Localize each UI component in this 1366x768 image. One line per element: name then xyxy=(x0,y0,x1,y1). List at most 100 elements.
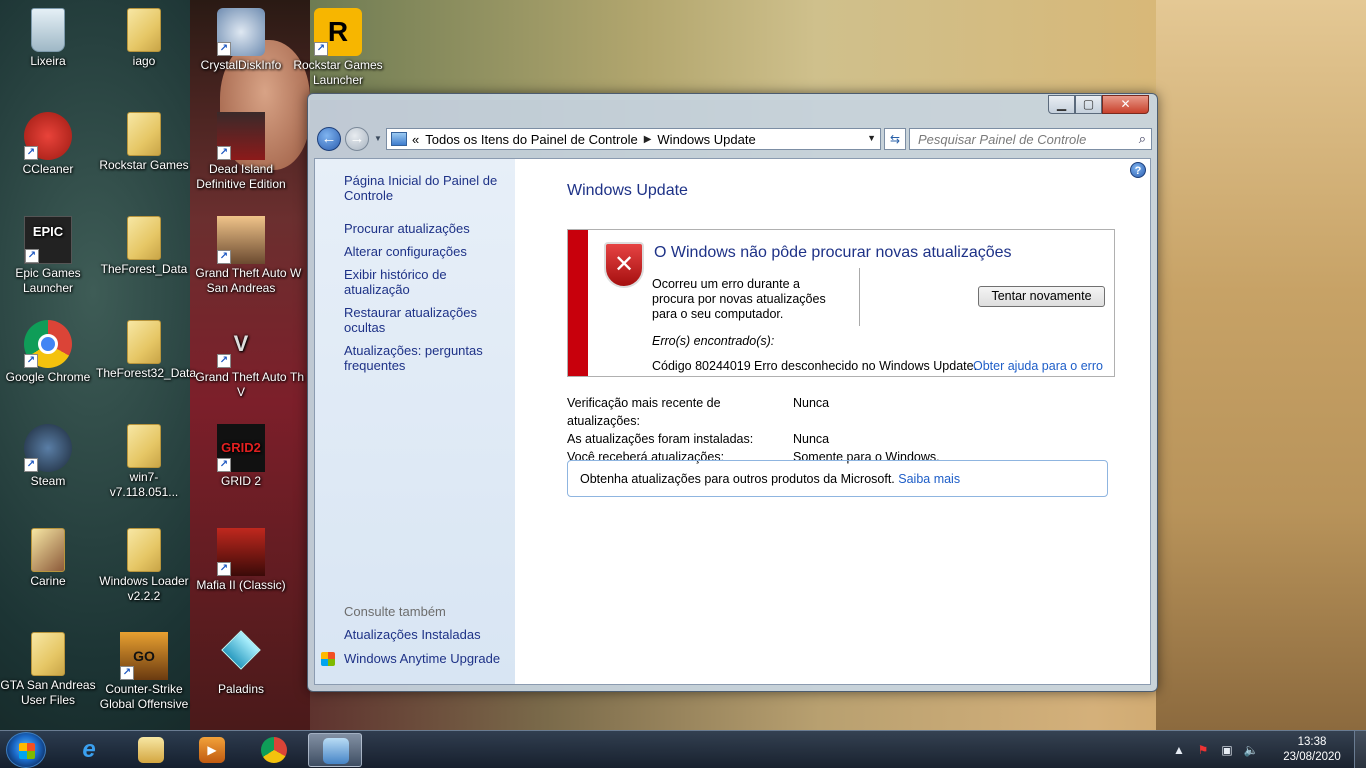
media-player-icon: ▶ xyxy=(199,737,225,763)
error-message: Erro desconhecido no Windows Update. xyxy=(754,359,978,373)
grid2-icon: GRID2 ↗ xyxy=(217,424,265,472)
update-status-info: Verificação mais recente de atualizações… xyxy=(567,394,940,466)
folder-icon xyxy=(127,320,161,364)
folder-icon xyxy=(127,424,161,468)
windows-update-window: ▁ ▢ ✕ ← → ▼ « Todos os Itens do Painel d… xyxy=(307,93,1158,692)
change-settings-link[interactable]: Alterar configurações xyxy=(344,244,515,259)
desktop-icon-rockstar-launcher[interactable]: R ↗ Rockstar Games Launcher xyxy=(290,8,386,88)
desktop-icon-iago[interactable]: iago xyxy=(96,8,192,69)
desktop-icon-crystaldiskinfo[interactable]: ↗ CrystalDiskInfo xyxy=(193,8,289,73)
gta-sa-icon: ↗ xyxy=(217,216,265,264)
breadcrumb-control-panel[interactable]: Todos os Itens do Painel de Controle xyxy=(425,132,637,147)
epic-games-icon: EPIC ↗ xyxy=(24,216,72,264)
installed-updates-link[interactable]: Atualizações Instaladas xyxy=(344,627,500,642)
errors-found-label: Erro(s) encontrado(s): xyxy=(652,334,775,348)
error-shield-icon: ✕ xyxy=(604,242,644,288)
minimize-button[interactable]: ▁ xyxy=(1048,95,1075,114)
desktop-icon-paladins[interactable]: Paladins xyxy=(193,630,289,697)
control-panel-icon xyxy=(323,738,349,764)
start-button[interactable] xyxy=(6,732,46,768)
internet-explorer-icon: e xyxy=(82,736,96,763)
csgo-icon: GO ↗ xyxy=(120,632,168,680)
close-button[interactable]: ✕ xyxy=(1102,95,1149,114)
refresh-button[interactable]: ⇆ xyxy=(884,128,906,150)
error-code: Código 80244019 xyxy=(652,359,751,373)
breadcrumb-arrow-icon[interactable]: ▶ xyxy=(644,134,652,145)
chrome-icon xyxy=(261,737,287,763)
page-title: Windows Update xyxy=(567,182,688,199)
desktop-icon-rockstar-games[interactable]: Rockstar Games xyxy=(96,112,192,173)
error-help-link[interactable]: Obter ajuda para o erro xyxy=(973,359,1103,373)
desktop-icon-chrome[interactable]: ↗ Google Chrome xyxy=(0,320,96,385)
clock-date: 23/08/2020 xyxy=(1283,751,1341,763)
taskbar-media-player[interactable]: ▶ xyxy=(185,733,239,767)
folder-icon xyxy=(31,632,65,676)
rockstar-icon: R ↗ xyxy=(314,8,362,56)
dead-island-icon: ↗ xyxy=(217,112,265,160)
desktop-icon-mafia2[interactable]: ↗ Mafia II (Classic) xyxy=(193,528,289,593)
search-input[interactable]: Pesquisar Painel de Controle ⌕ xyxy=(909,128,1152,150)
microsoft-update-box: Obtenha atualizações para outros produto… xyxy=(567,460,1108,497)
breadcrumb-windows-update[interactable]: Windows Update xyxy=(657,132,755,147)
anytime-upgrade-link[interactable]: Windows Anytime Upgrade xyxy=(321,651,500,666)
desktop-icon-gta-sa[interactable]: ↗ Grand Theft Auto San Andreas xyxy=(193,216,289,296)
breadcrumb-prefix[interactable]: « xyxy=(412,132,419,147)
desktop-icon-dead-island[interactable]: ↗ Dead Island Definitive Edition xyxy=(193,112,289,192)
maximize-button[interactable]: ▢ xyxy=(1075,95,1102,114)
see-also-header: Consulte também xyxy=(344,604,446,619)
gta-v-icon: V ↗ xyxy=(217,320,265,368)
desktop-icon-ccleaner[interactable]: ↗ CCleaner xyxy=(0,112,96,177)
desktop-icon-windows-loader[interactable]: Windows Loader v2.2.2 xyxy=(96,528,192,604)
windows-flag-icon xyxy=(321,652,335,666)
taskbar-control-panel[interactable] xyxy=(308,733,362,767)
folder-icon xyxy=(127,112,161,156)
desktop-icon-theforest32-data[interactable]: TheForest32_Data xyxy=(96,320,196,381)
desktop-icon-carine[interactable]: Carine xyxy=(0,528,96,589)
faq-link[interactable]: Atualizações: perguntas frequentes xyxy=(344,343,515,373)
steam-icon: ↗ xyxy=(24,424,72,472)
desktop-icon-steam[interactable]: ↗ Steam xyxy=(0,424,96,489)
desktop-icon-grid2[interactable]: GRID2 ↗ GRID 2 xyxy=(193,424,289,489)
error-panel: ✕ O Windows não pôde procurar novas atua… xyxy=(567,229,1115,377)
desktop-icon-theforest-data[interactable]: TheForest_Data xyxy=(96,216,192,277)
taskbar-internet-explorer[interactable]: e xyxy=(62,733,116,767)
desktop-icon-win7[interactable]: win7-v7.118.051... xyxy=(96,424,192,500)
desktop-icon-gta-v[interactable]: V ↗ Grand Theft Auto V xyxy=(193,320,289,400)
error-title: O Windows não pôde procurar novas atuali… xyxy=(654,244,1012,261)
chrome-icon: ↗ xyxy=(24,320,72,368)
error-status-bar xyxy=(568,230,588,376)
action-center-flag-icon[interactable]: ⚑ xyxy=(1194,743,1212,757)
navigation-bar: ← → ▼ « Todos os Itens do Painel de Cont… xyxy=(314,125,1152,153)
volume-icon[interactable]: 🔈 xyxy=(1242,743,1260,757)
desktop-icon-csgo[interactable]: GO ↗ Counter-Strike Global Offensive xyxy=(96,632,192,712)
forward-button[interactable]: → xyxy=(345,127,369,151)
control-panel-icon xyxy=(391,132,407,146)
taskbar: e ▶ ▲ ⚑ ▣ 🔈 13:38 23/08/2020 xyxy=(0,730,1366,768)
learn-more-link[interactable]: Saiba mais xyxy=(898,472,960,486)
address-dropdown-icon[interactable]: ▼ xyxy=(867,133,876,143)
search-icon[interactable]: ⌕ xyxy=(1139,131,1146,147)
clock[interactable]: 13:38 23/08/2020 xyxy=(1274,735,1350,765)
taskbar-windows-explorer[interactable] xyxy=(124,733,178,767)
show-hidden-icons-icon[interactable]: ▲ xyxy=(1170,743,1188,757)
check-updates-link[interactable]: Procurar atualizações xyxy=(344,221,515,236)
crystaldiskinfo-icon: ↗ xyxy=(217,8,265,56)
back-button[interactable]: ← xyxy=(317,127,341,151)
taskbar-chrome[interactable] xyxy=(247,733,301,767)
recent-pages-dropdown[interactable]: ▼ xyxy=(374,134,382,143)
desktop-icon-recycle-bin[interactable]: Lixeira xyxy=(0,8,96,69)
folder-icon xyxy=(127,216,161,260)
retry-button[interactable]: Tentar novamente xyxy=(978,286,1105,307)
show-desktop-button[interactable] xyxy=(1354,731,1366,768)
error-description: Ocorreu um erro durante a procura por no… xyxy=(652,277,826,321)
windows-logo-icon xyxy=(19,743,35,759)
control-panel-home-link[interactable]: Página Inicial do Painel de Controle xyxy=(344,173,515,203)
network-icon[interactable]: ▣ xyxy=(1218,743,1236,757)
desktop-icon-epic-games[interactable]: EPIC ↗ Epic Games Launcher xyxy=(0,216,96,296)
restore-hidden-link[interactable]: Restaurar atualizações ocultas xyxy=(344,305,515,335)
window-controls: ▁ ▢ ✕ xyxy=(1048,95,1149,114)
view-history-link[interactable]: Exibir histórico de atualização xyxy=(344,267,515,297)
recycle-bin-icon xyxy=(31,8,65,52)
desktop-icon-gta-sa-user-files[interactable]: GTA San Andreas User Files xyxy=(0,632,96,708)
address-bar[interactable]: « Todos os Itens do Painel de Controle ▶… xyxy=(386,128,881,150)
